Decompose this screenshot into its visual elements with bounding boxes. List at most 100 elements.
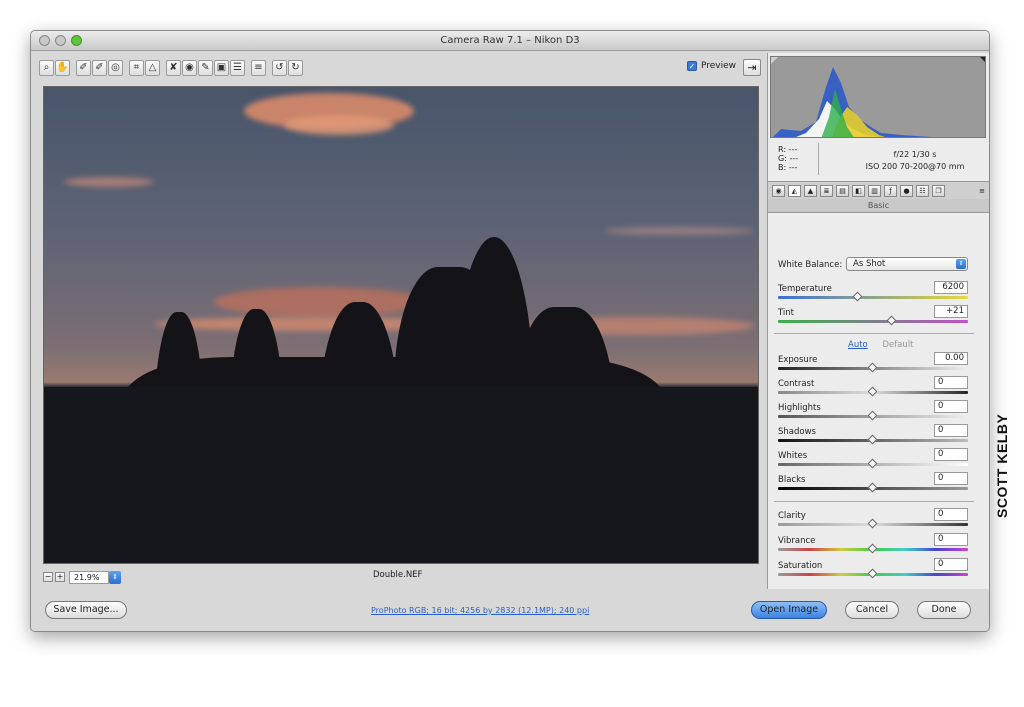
tab-presets-icon[interactable]: ☷ bbox=[916, 184, 929, 197]
clarity-slider[interactable] bbox=[778, 518, 968, 529]
status-bar: − + 21.9% ⇕ Double.NEF bbox=[43, 566, 759, 588]
radial-tool-button[interactable]: ☰ bbox=[230, 60, 245, 76]
tint-slider-thumb[interactable] bbox=[886, 315, 897, 326]
adjustment-brush-tool-button[interactable]: ✎ bbox=[198, 60, 213, 76]
whites-slider[interactable] bbox=[778, 458, 968, 469]
blacks-slider-thumb[interactable] bbox=[867, 482, 878, 493]
save-image-button[interactable]: Save Image... bbox=[45, 601, 127, 619]
white-balance-value: As Shot bbox=[853, 259, 886, 269]
zoom-level-field[interactable]: 21.9% bbox=[69, 570, 109, 584]
whites-slider-thumb[interactable] bbox=[867, 458, 878, 469]
histogram-blue-channel bbox=[773, 67, 931, 137]
exposure-field[interactable]: 0.00 bbox=[934, 352, 968, 365]
tab-detail-icon[interactable]: ≣ bbox=[820, 184, 833, 197]
red-eye-tool-button[interactable]: ◉ bbox=[182, 60, 197, 76]
white-balance-select[interactable]: As Shot ⇕ bbox=[846, 257, 968, 271]
graduated-filter-tool-button[interactable]: ▣ bbox=[214, 60, 229, 76]
fullscreen-mode-button[interactable]: ⇥ bbox=[743, 59, 761, 76]
blacks-field[interactable]: 0 bbox=[934, 472, 968, 485]
temperature-field[interactable]: 6200 bbox=[934, 281, 968, 294]
close-window-button[interactable] bbox=[39, 35, 50, 46]
default-link[interactable]: Default bbox=[882, 340, 913, 350]
targeted-adjustment-tool-button[interactable]: ◎ bbox=[108, 60, 123, 76]
rotate-ccw-tool-button[interactable]: ↺ bbox=[272, 60, 287, 76]
sky-cloud bbox=[64, 177, 154, 187]
tab-basic-icon[interactable]: ◭ bbox=[788, 184, 801, 197]
clarity-slider-thumb[interactable] bbox=[867, 518, 878, 529]
straighten-tool-button[interactable]: △ bbox=[145, 60, 160, 76]
vibrance-label: Vibrance bbox=[778, 536, 816, 546]
spot-removal-tool-icon: ✘ bbox=[169, 62, 178, 73]
histogram-graph bbox=[771, 57, 985, 137]
vibrance-slider-thumb[interactable] bbox=[867, 543, 878, 554]
zoom-tool-button[interactable]: ⌕ bbox=[39, 60, 54, 76]
exposure-slider-thumb[interactable] bbox=[867, 362, 878, 373]
clarity-field[interactable]: 0 bbox=[934, 508, 968, 521]
whites-field[interactable]: 0 bbox=[934, 448, 968, 461]
pixel-readout: R: --- G: --- B: --- f/22 1/30 s ISO 200… bbox=[770, 141, 986, 179]
workflow-options-link[interactable]: ProPhoto RGB; 16 bit; 4256 by 2832 (12.1… bbox=[371, 606, 589, 615]
whites-label: Whites bbox=[778, 451, 808, 461]
red-value: R: --- bbox=[778, 145, 798, 154]
spot-removal-tool-button[interactable]: ✘ bbox=[166, 60, 181, 76]
saturation-field[interactable]: 0 bbox=[934, 558, 968, 571]
tint-field[interactable]: +21 bbox=[934, 305, 968, 318]
preview-checkbox[interactable]: ✓ bbox=[687, 61, 697, 71]
highlights-field[interactable]: 0 bbox=[934, 400, 968, 413]
auto-link[interactable]: Auto bbox=[848, 340, 868, 350]
shadows-field[interactable]: 0 bbox=[934, 424, 968, 437]
crop-tool-icon: ⌗ bbox=[133, 62, 140, 73]
highlights-slider-thumb[interactable] bbox=[867, 410, 878, 421]
tab-lens-corrections-icon[interactable]: ▥ bbox=[868, 184, 881, 197]
title-bar: Camera Raw 7.1 – Nikon D3 bbox=[31, 31, 989, 51]
highlights-slider[interactable] bbox=[778, 410, 968, 421]
shadows-slider-thumb[interactable] bbox=[867, 434, 878, 445]
crop-tool-button[interactable]: ⌗ bbox=[129, 60, 144, 76]
tab-split-toning-icon[interactable]: ◧ bbox=[852, 184, 865, 197]
adjustments-panel: R: --- G: --- B: --- f/22 1/30 s ISO 200… bbox=[767, 53, 989, 589]
preview-toggle[interactable]: ✓ Preview bbox=[687, 61, 736, 71]
exposure-slider[interactable] bbox=[778, 362, 968, 373]
zoom-in-button[interactable]: + bbox=[55, 572, 65, 582]
tab-histogram-icon[interactable]: ◉ bbox=[772, 184, 785, 197]
zoom-window-button[interactable] bbox=[71, 35, 82, 46]
hand-tool-button[interactable]: ✋ bbox=[55, 60, 70, 76]
temperature-slider-thumb[interactable] bbox=[852, 291, 863, 302]
minimize-window-button[interactable] bbox=[55, 35, 66, 46]
foreground-shadow bbox=[44, 387, 758, 563]
white-balance-tool-button[interactable]: ✐ bbox=[76, 60, 91, 76]
preview-label: Preview bbox=[701, 61, 737, 71]
open-image-button[interactable]: Open Image bbox=[751, 601, 827, 619]
zoom-out-button[interactable]: − bbox=[43, 572, 53, 582]
vibrance-field[interactable]: 0 bbox=[934, 533, 968, 546]
panel-title: Basic bbox=[768, 199, 989, 213]
shadows-slider[interactable] bbox=[778, 434, 968, 445]
section-divider bbox=[774, 333, 974, 334]
preferences-tool-button[interactable]: ≡ bbox=[251, 60, 266, 76]
contrast-slider[interactable] bbox=[778, 386, 968, 397]
readout-divider bbox=[818, 143, 819, 175]
saturation-slider[interactable] bbox=[778, 568, 968, 579]
cancel-button[interactable]: Cancel bbox=[845, 601, 899, 619]
highlights-label: Highlights bbox=[778, 403, 821, 413]
temperature-slider[interactable] bbox=[778, 291, 968, 302]
contrast-slider-thumb[interactable] bbox=[867, 386, 878, 397]
color-sampler-tool-button[interactable]: ✐ bbox=[92, 60, 107, 76]
tab-snapshots-icon[interactable]: ❐ bbox=[932, 184, 945, 197]
green-value: G: --- bbox=[778, 154, 799, 163]
vibrance-slider[interactable] bbox=[778, 543, 968, 554]
tab-tone-curve-icon[interactable]: ▲ bbox=[804, 184, 817, 197]
tint-slider[interactable] bbox=[778, 315, 968, 326]
rotate-cw-tool-button[interactable]: ↻ bbox=[288, 60, 303, 76]
tab-camera-calibration-icon[interactable]: ● bbox=[900, 184, 913, 197]
done-button[interactable]: Done bbox=[917, 601, 971, 619]
tab-effects-icon[interactable]: ƒ bbox=[884, 184, 897, 197]
tool-bar: ⌕ ✋ ✐ ✐ ◎ ⌗ △ ✘ ◉ ✎ ▣ ☰ ≡ ↺ ↻ bbox=[39, 58, 303, 78]
panel-menu-icon[interactable]: ≡ bbox=[979, 187, 985, 195]
saturation-slider-thumb[interactable] bbox=[867, 568, 878, 579]
tab-hsl-icon[interactable]: ▤ bbox=[836, 184, 849, 197]
image-preview[interactable] bbox=[43, 86, 759, 564]
zoom-dropdown-icon[interactable]: ⇕ bbox=[109, 570, 121, 584]
blacks-slider[interactable] bbox=[778, 482, 968, 493]
contrast-field[interactable]: 0 bbox=[934, 376, 968, 389]
